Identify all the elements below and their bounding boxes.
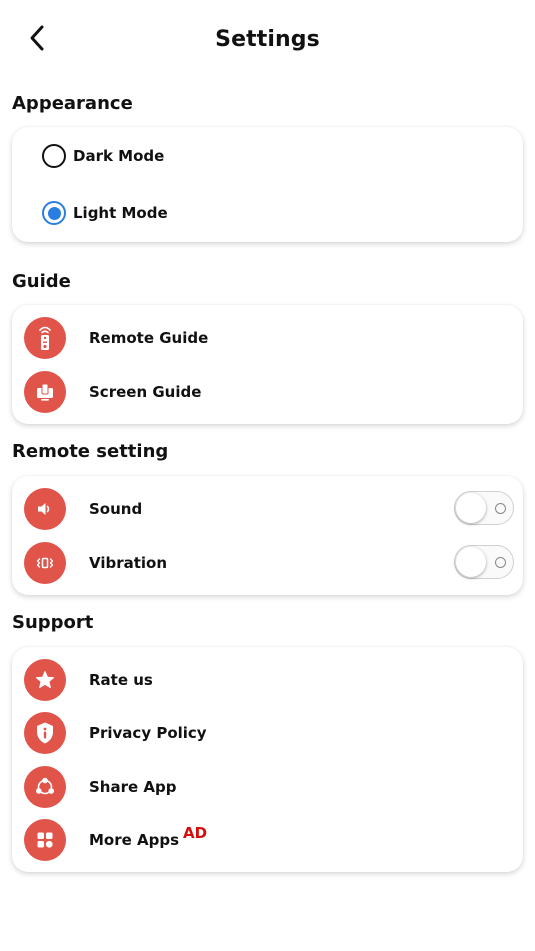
rate-us-label: Rate us [89, 671, 153, 689]
privacy-policy-label: Privacy Policy [89, 724, 207, 742]
remote-guide-label: Remote Guide [89, 329, 209, 347]
vibration-label: Vibration [89, 554, 168, 572]
section-title-remote-setting: Remote setting [12, 441, 169, 462]
share-app-label: Share App [89, 778, 177, 796]
support-card: Rate us Privacy Policy Share App More Ap… [12, 647, 523, 872]
privacy-policy-item[interactable]: Privacy Policy [24, 712, 518, 754]
screen-icon [24, 371, 66, 413]
apps-grid-icon [24, 819, 66, 861]
appearance-card: Dark Mode Light Mode [12, 127, 523, 242]
more-apps-label: More Apps [89, 831, 180, 849]
sound-label: Sound [89, 500, 143, 518]
star-icon [24, 659, 66, 701]
screen-guide-item[interactable]: Screen Guide [24, 371, 518, 413]
vibration-toggle[interactable] [454, 545, 514, 579]
sound-toggle[interactable] [454, 491, 514, 525]
share-icon [24, 766, 66, 808]
remote-guide-item[interactable]: Remote Guide [24, 317, 518, 359]
guide-card: Remote Guide Screen Guide [12, 305, 523, 424]
sound-setting-item: Sound [24, 488, 518, 530]
section-title-appearance: Appearance [12, 93, 133, 114]
remote-setting-card: Sound Vibration [12, 476, 523, 595]
top-app-bar: Settings [0, 0, 535, 82]
speaker-icon [24, 488, 66, 530]
dark-mode-radio[interactable] [42, 144, 66, 168]
rate-us-item[interactable]: Rate us [24, 659, 518, 701]
shield-info-icon [24, 712, 66, 754]
dark-mode-option[interactable]: Dark Mode [42, 141, 164, 171]
vibration-setting-item: Vibration [24, 542, 518, 584]
more-apps-item[interactable]: More Apps AD [24, 819, 518, 861]
light-mode-option[interactable]: Light Mode [42, 198, 168, 228]
section-title-guide: Guide [12, 271, 71, 292]
section-title-support: Support [12, 612, 94, 633]
light-mode-label: Light Mode [73, 204, 168, 222]
ad-badge: AD [183, 824, 208, 842]
dark-mode-label: Dark Mode [73, 147, 165, 165]
screen-guide-label: Screen Guide [89, 383, 202, 401]
page-title: Settings [215, 27, 320, 52]
vibration-icon [24, 542, 66, 584]
remote-icon [24, 317, 66, 359]
light-mode-radio[interactable] [42, 201, 66, 225]
share-app-item[interactable]: Share App [24, 766, 518, 808]
